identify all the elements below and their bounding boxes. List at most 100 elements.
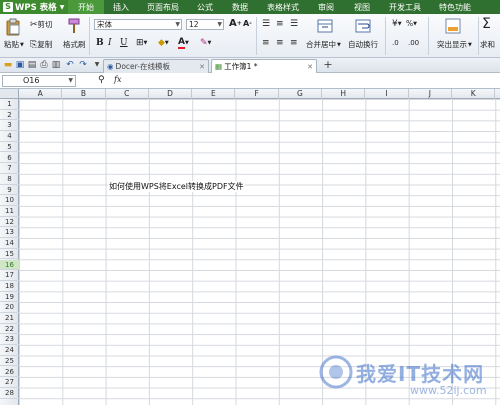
italic-button[interactable]: I	[108, 38, 112, 48]
print-icon[interactable]: ⎙	[39, 60, 49, 70]
row-header[interactable]: 17	[0, 270, 19, 281]
row-header[interactable]: 27	[0, 377, 19, 388]
app-menu-button[interactable]: S WPS 表格 ▼	[0, 0, 68, 14]
decrease-decimal-button[interactable]: .00	[408, 38, 419, 48]
fill-color-button[interactable]: ◆ ▼	[158, 38, 169, 48]
row-header[interactable]: 8	[0, 174, 19, 185]
name-box[interactable]: O16 ▼	[2, 75, 76, 87]
row-header[interactable]: 23	[0, 334, 19, 346]
percent-button[interactable]: % ▼	[406, 19, 417, 28]
row-header[interactable]: 15	[0, 249, 19, 260]
format-painter-icon[interactable]	[66, 17, 82, 35]
row-header[interactable]: 5	[0, 142, 19, 153]
row-header[interactable]: 28	[0, 388, 19, 399]
increase-decimal-button[interactable]: .0	[392, 38, 399, 48]
align-bottom-button[interactable]: ☰	[290, 19, 298, 29]
row-header[interactable]: 19	[0, 292, 19, 303]
row-header[interactable]: 22	[0, 324, 19, 335]
cell-b8-text[interactable]: 如何使用WPS将Excel转换成PDF文件	[108, 181, 245, 192]
row-header[interactable]: 13	[0, 227, 19, 239]
clear-format-button[interactable]: ✎ ▼	[200, 38, 211, 48]
row-header[interactable]: 4	[0, 131, 19, 142]
tab-view[interactable]: 视图	[344, 0, 380, 14]
row-header[interactable]: 20	[0, 302, 19, 313]
tab-table-style[interactable]: 表格样式	[258, 0, 308, 14]
column-header[interactable]: I	[365, 89, 409, 99]
wrap-text-icon[interactable]	[354, 17, 372, 35]
align-right-button[interactable]: ≡	[290, 38, 298, 48]
tab-docer-templates[interactable]: ◉ Docer-在线模板 ✕	[103, 59, 209, 73]
row-header[interactable]: 1	[0, 99, 19, 110]
row-header[interactable]: 10	[0, 195, 19, 206]
wrap-text-button[interactable]: 自动换行	[348, 39, 378, 50]
tab-data[interactable]: 数据	[222, 0, 258, 14]
export-pdf-icon[interactable]: ▥	[51, 60, 61, 70]
column-header[interactable]: F	[236, 89, 279, 99]
align-center-button[interactable]: ≡	[276, 38, 284, 48]
new-tab-button[interactable]: +	[323, 59, 333, 70]
paste-button[interactable]: 粘贴 ▼	[4, 39, 24, 50]
cut-button[interactable]: ✂ 剪切	[30, 19, 53, 30]
grow-font-button[interactable]: A +	[229, 18, 242, 29]
row-header[interactable]: 12	[0, 217, 19, 228]
save-icon[interactable]: ▣	[15, 60, 25, 70]
highlight-icon[interactable]	[444, 17, 462, 35]
sum-button[interactable]: 求和	[480, 39, 495, 50]
row-header[interactable]: 26	[0, 367, 19, 378]
align-left-button[interactable]: ≡	[262, 38, 270, 48]
redo-icon[interactable]: ↷	[78, 60, 88, 70]
row-header[interactable]: 14	[0, 238, 19, 249]
select-all-corner[interactable]	[0, 89, 19, 99]
tab-workbook1[interactable]: ▦ 工作簿1 * ✕	[211, 59, 317, 73]
column-header[interactable]: J	[409, 89, 452, 99]
align-top-button[interactable]: ☰	[262, 19, 270, 29]
close-icon[interactable]: ✕	[199, 63, 205, 71]
font-color-button[interactable]: A ▼	[178, 37, 189, 49]
sum-icon[interactable]: Σ	[482, 16, 491, 32]
row-header[interactable]: 2	[0, 110, 19, 121]
close-icon[interactable]: ✕	[307, 63, 313, 71]
borders-button[interactable]: ⊞ ▼	[136, 38, 147, 48]
copy-button[interactable]: ⎘ 复制	[30, 39, 52, 50]
number-format-button[interactable]: ¥ ▼	[392, 19, 402, 29]
merge-center-icon[interactable]	[316, 17, 334, 35]
font-size-select[interactable]: 12 ▼	[186, 19, 224, 30]
row-header[interactable]: 24	[0, 345, 19, 356]
zoom-lookup-icon[interactable]: ⚲	[98, 75, 105, 85]
column-header[interactable]: D	[149, 89, 193, 99]
row-header[interactable]: 16	[0, 259, 19, 271]
row-header[interactable]: 11	[0, 206, 19, 217]
row-header[interactable]: 7	[0, 163, 19, 174]
font-name-select[interactable]: 宋体 ▼	[94, 19, 182, 30]
column-header[interactable]: A	[19, 89, 63, 99]
highlight-button[interactable]: 突出显示 ▼	[437, 39, 472, 50]
tab-home[interactable]: 开始	[68, 0, 104, 14]
format-painter-button[interactable]: 格式刷	[63, 39, 86, 50]
chevron-down-icon[interactable]: ▼	[68, 76, 73, 86]
tab-insert[interactable]: 插入	[104, 0, 138, 14]
print-preview-icon[interactable]: ▤	[27, 60, 37, 70]
tab-formulas[interactable]: 公式	[188, 0, 222, 14]
row-header[interactable]: 6	[0, 153, 19, 164]
tab-developer[interactable]: 开发工具	[380, 0, 430, 14]
column-header[interactable]: C	[106, 89, 149, 99]
column-header[interactable]: E	[192, 89, 236, 99]
formula-input[interactable]	[130, 75, 496, 87]
column-header[interactable]: H	[322, 89, 366, 99]
bold-button[interactable]: B	[96, 38, 104, 48]
row-header[interactable]: 25	[0, 356, 19, 367]
tab-special[interactable]: 特色功能	[430, 0, 480, 14]
chevron-down-icon[interactable]: ▼	[92, 60, 102, 70]
row-header[interactable]: 18	[0, 281, 19, 292]
tab-page-layout[interactable]: 页面布局	[138, 0, 188, 14]
align-middle-button[interactable]: ≡	[276, 19, 284, 29]
shrink-font-button[interactable]: A-	[243, 19, 252, 28]
underline-button[interactable]: U	[120, 38, 128, 48]
fx-button[interactable]: fx	[114, 75, 121, 84]
column-header[interactable]: G	[279, 89, 323, 99]
row-header[interactable]: 3	[0, 120, 19, 132]
tab-review[interactable]: 审阅	[308, 0, 344, 14]
row-header[interactable]: 21	[0, 313, 19, 324]
column-header[interactable]: B	[62, 89, 106, 99]
open-icon[interactable]: ▬	[3, 60, 13, 70]
